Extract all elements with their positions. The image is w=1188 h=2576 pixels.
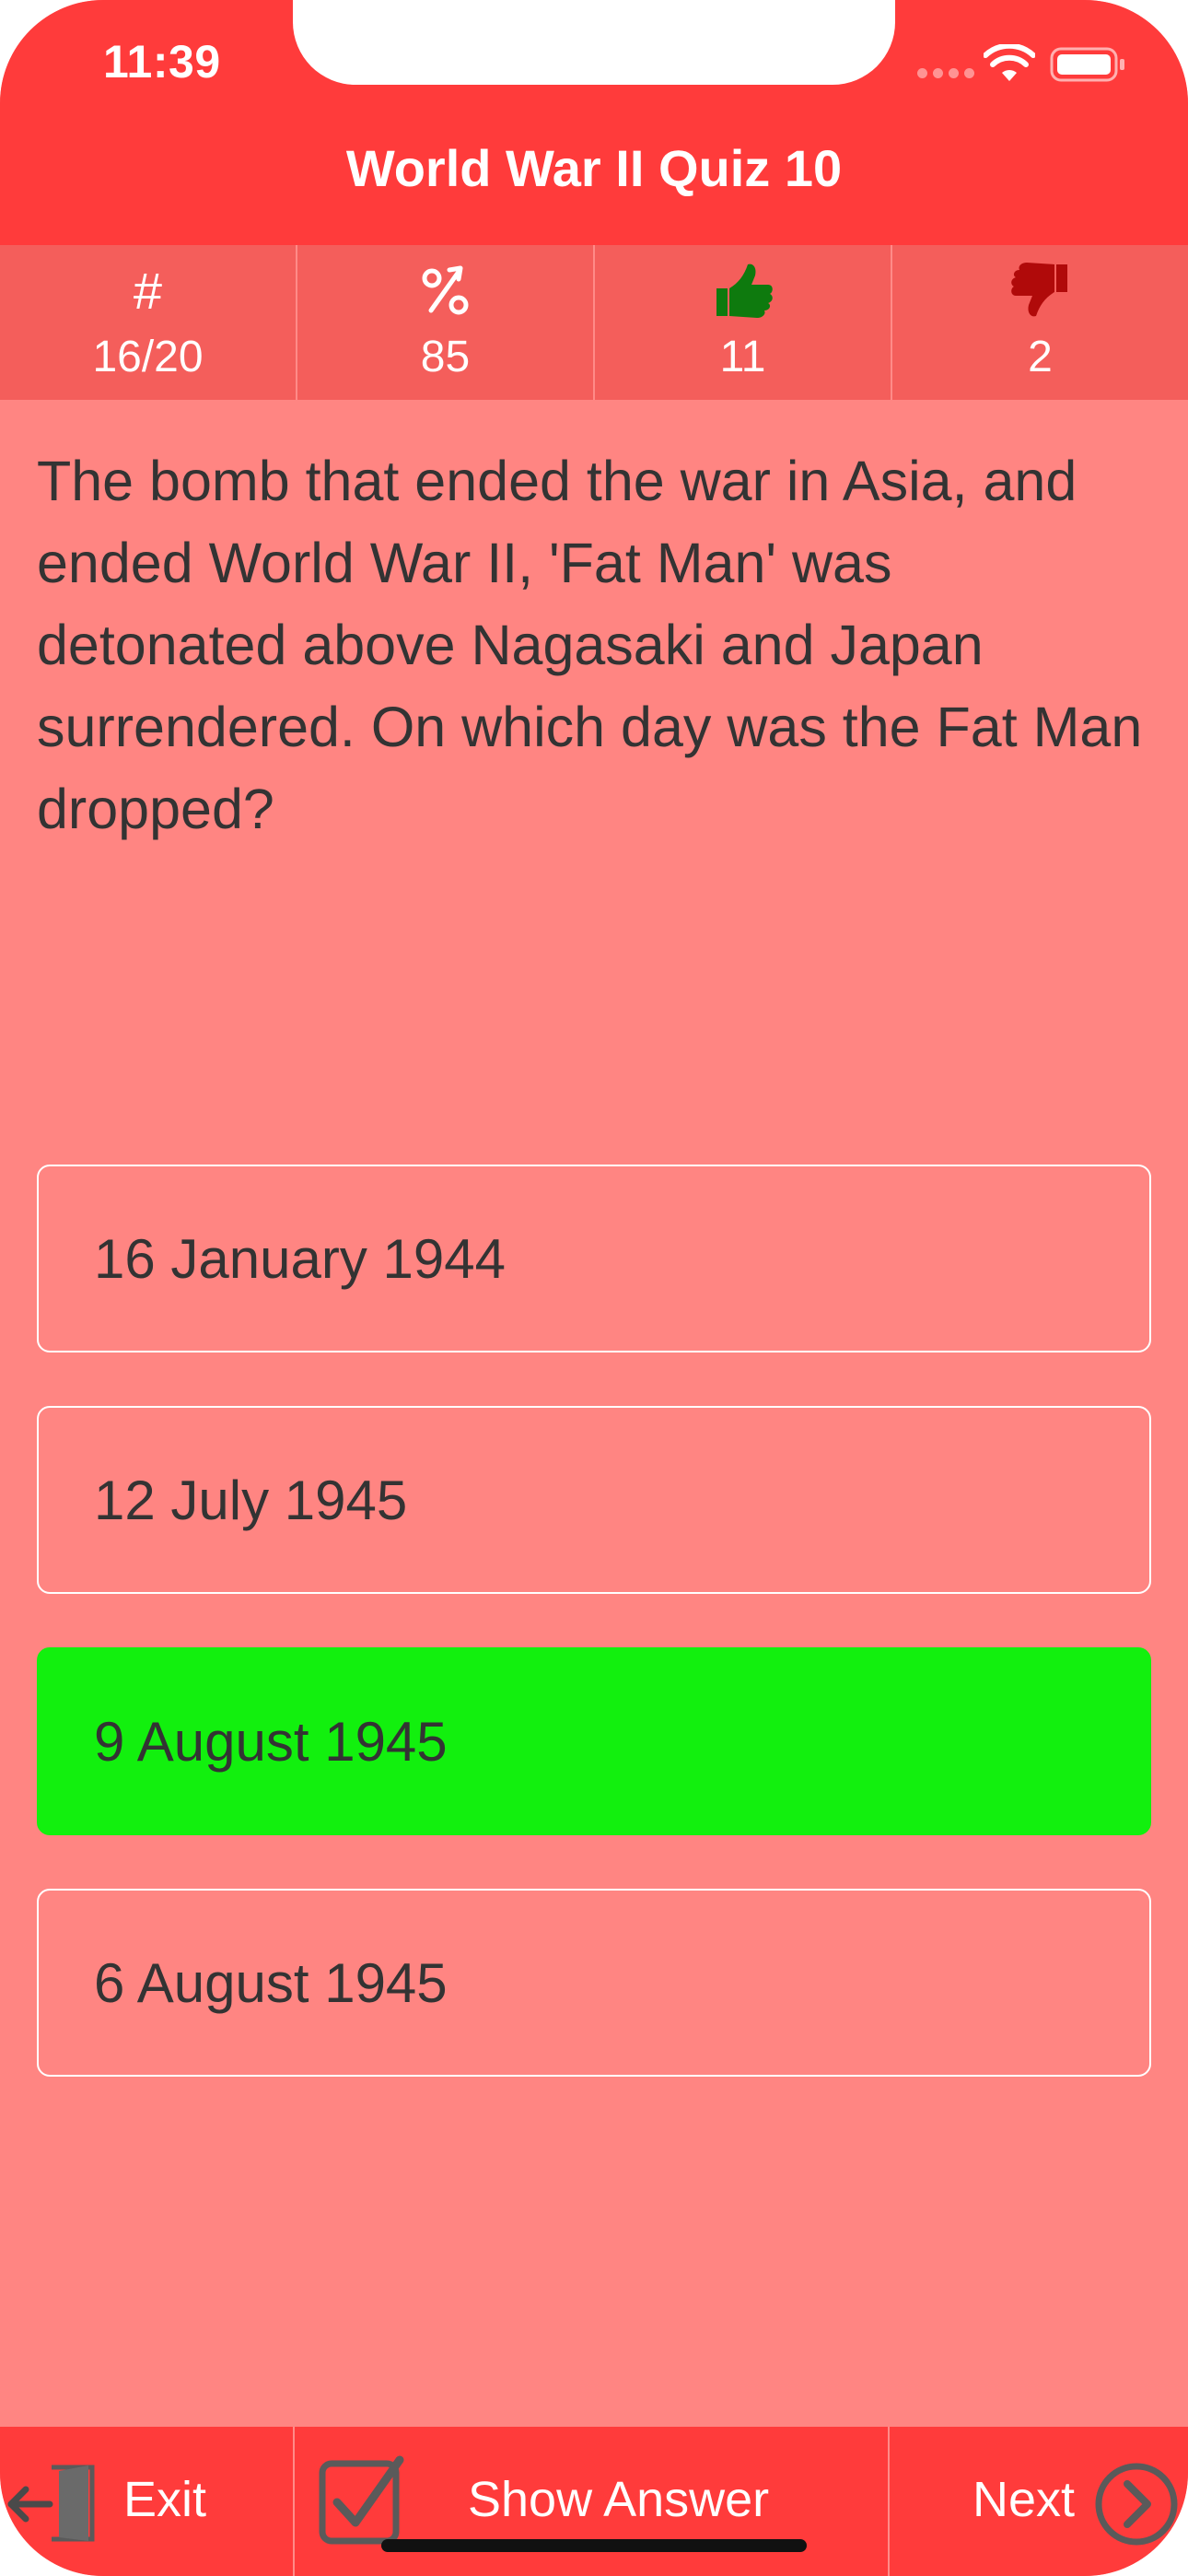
next-label: Next	[973, 2472, 1076, 2527]
exit-button[interactable]: Exit	[0, 2427, 293, 2576]
stat-correct: 11	[595, 245, 892, 400]
device-notch	[293, 0, 895, 85]
status-time: 11:39	[103, 36, 221, 88]
answer-label: 6 August 1945	[94, 1951, 448, 2014]
percent-value: 85	[420, 333, 471, 381]
answer-option-1[interactable]: 16 January 1944	[37, 1165, 1151, 1352]
answer-option-3[interactable]: 9 August 1945	[37, 1647, 1151, 1835]
quiz-screen: 11:39 World War II Quiz 10 # 16/20 85 11…	[0, 0, 1188, 2576]
answer-label: 12 July 1945	[94, 1469, 408, 1531]
next-button[interactable]: Next	[890, 2427, 1188, 2576]
header: 11:39 World War II Quiz 10	[0, 0, 1188, 245]
exit-door-icon	[7, 2465, 95, 2542]
show-answer-label: Show Answer	[468, 2472, 770, 2527]
answer-option-2[interactable]: 12 July 1945	[37, 1406, 1151, 1594]
stat-percent: 85	[297, 245, 595, 400]
cellular-signal-icon	[917, 68, 974, 78]
stat-wrong: 2	[892, 245, 1188, 400]
question-count-value: 16/20	[92, 333, 204, 381]
wifi-icon	[984, 44, 1035, 81]
answer-label: 16 January 1944	[94, 1227, 507, 1290]
thumbs-down-icon	[892, 258, 1188, 322]
percent-up-icon	[297, 258, 593, 322]
bottom-toolbar: Exit Show Answer Next	[0, 2427, 1188, 2576]
battery-icon	[1050, 47, 1124, 82]
correct-count-value: 11	[719, 333, 766, 381]
answer-option-4[interactable]: 6 August 1945	[37, 1889, 1151, 2077]
exit-label: Exit	[123, 2472, 207, 2527]
chevron-right-circle-icon	[1095, 2463, 1178, 2546]
home-indicator[interactable]	[381, 2539, 807, 2552]
hash-icon: #	[133, 261, 163, 320]
show-answer-button[interactable]: Show Answer	[295, 2427, 888, 2576]
stats-bar: # 16/20 85 11 2	[0, 245, 1188, 400]
page-title: World War II Quiz 10	[345, 139, 843, 197]
answer-label: 9 August 1945	[94, 1710, 448, 1773]
checkbox-check-icon	[319, 2455, 404, 2545]
wrong-count-value: 2	[1028, 333, 1053, 381]
thumbs-up-icon	[595, 258, 891, 322]
stat-question-count: # 16/20	[0, 245, 297, 400]
question-text: The bomb that ended the war in Asia, and…	[37, 450, 1143, 840]
